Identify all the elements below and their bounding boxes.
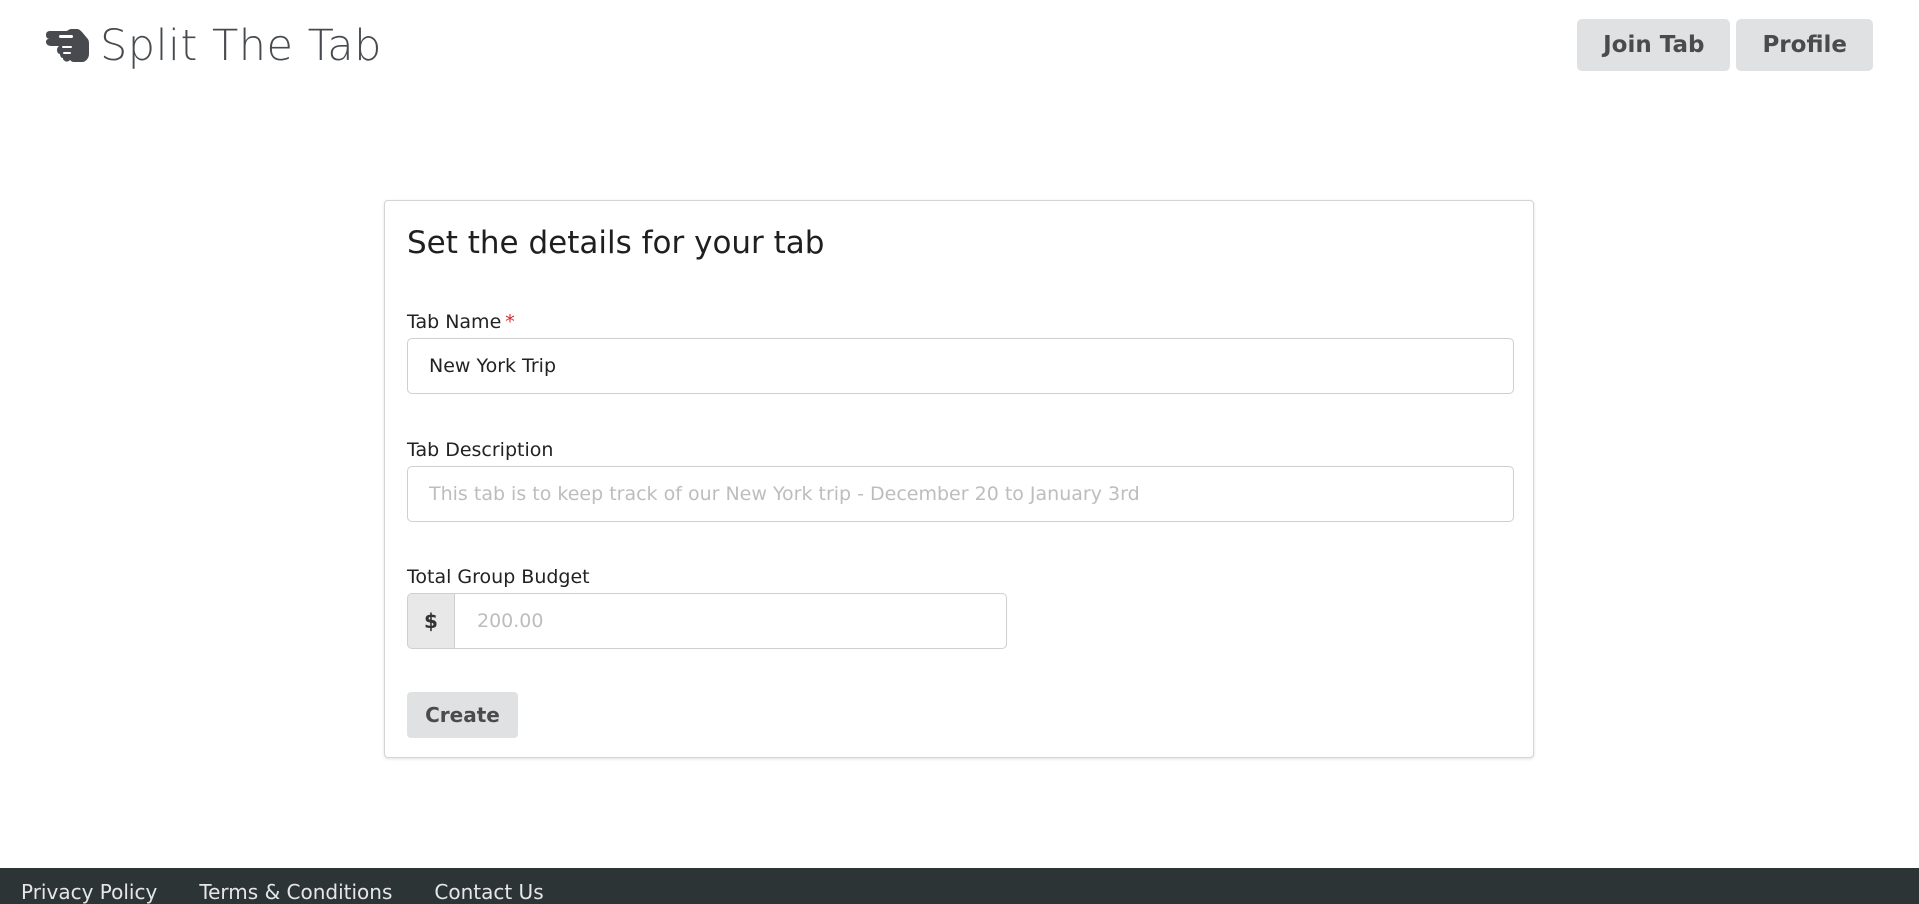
site-header: Split The Tab Join Tab Profile <box>0 0 1919 90</box>
create-button[interactable]: Create <box>407 692 518 738</box>
profile-button[interactable]: Profile <box>1736 19 1873 71</box>
tab-description-input[interactable] <box>407 466 1514 522</box>
tab-name-label-text: Tab Name <box>407 311 502 333</box>
brand-name: Split The Tab <box>100 20 382 71</box>
contact-us-link[interactable]: Contact Us <box>434 880 543 904</box>
tab-description-label: Tab Description <box>407 439 554 461</box>
form-title: Set the details for your tab <box>407 225 825 261</box>
privacy-policy-link[interactable]: Privacy Policy <box>21 880 157 904</box>
budget-input[interactable] <box>454 593 1007 649</box>
budget-label: Total Group Budget <box>407 566 590 588</box>
tab-details-card: Set the details for your tab Tab Name* T… <box>384 200 1534 758</box>
tab-name-input[interactable] <box>407 338 1514 394</box>
hand-pointing-icon <box>46 29 89 62</box>
terms-link[interactable]: Terms & Conditions <box>199 880 392 904</box>
budget-input-group: $ <box>407 593 1007 649</box>
brand-home-link[interactable]: Split The Tab <box>44 18 382 74</box>
tab-name-label: Tab Name * <box>407 311 515 333</box>
currency-symbol: $ <box>407 593 454 649</box>
site-footer: Privacy Policy Terms & Conditions Contac… <box>0 868 1919 904</box>
footer-links: Privacy Policy Terms & Conditions Contac… <box>21 880 544 904</box>
join-tab-button[interactable]: Join Tab <box>1577 19 1731 71</box>
required-marker: * <box>505 311 515 333</box>
top-nav: Join Tab Profile <box>1577 19 1873 71</box>
